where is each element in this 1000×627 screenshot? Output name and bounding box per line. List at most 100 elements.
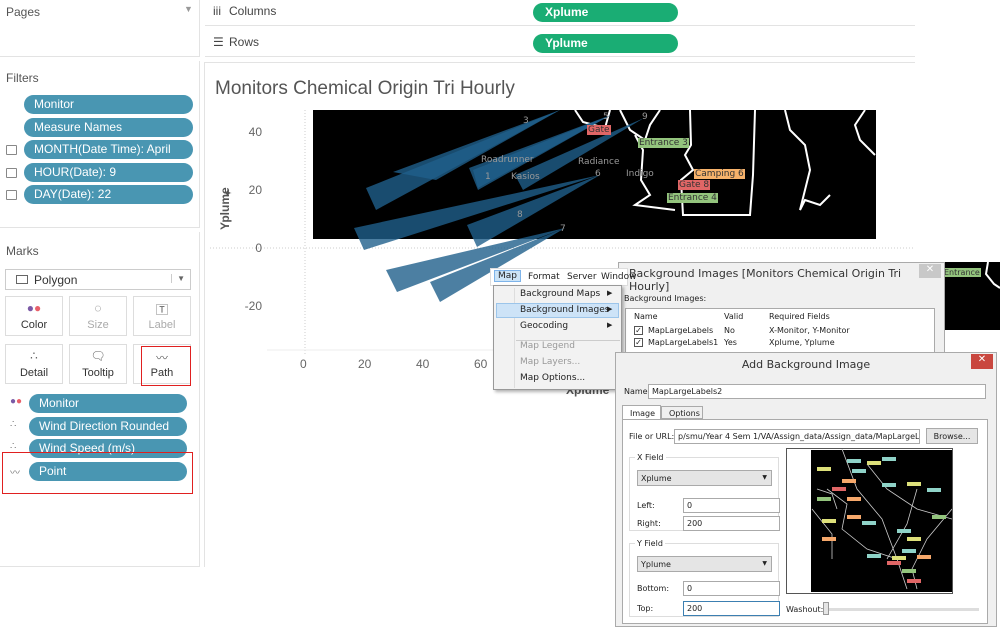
menu-item[interactable]: Geocoding xyxy=(520,321,568,331)
mark-field-pill[interactable]: Wind Direction Rounded xyxy=(29,416,187,436)
close-button[interactable]: ✕ xyxy=(919,264,941,278)
dialog-title: Background Images [Monitors Chemical Ori… xyxy=(629,267,902,293)
menu-format[interactable]: Format xyxy=(528,272,560,282)
x-field-group: X Field Xplume ▼ Left: 0 Right: 200 xyxy=(629,453,780,531)
y-field-select[interactable]: Yplume ▼ xyxy=(637,556,772,572)
rows-label: Rows xyxy=(229,35,260,49)
column-header[interactable]: Required Fields xyxy=(769,312,830,321)
menu-item[interactable]: Map Options... xyxy=(520,373,585,383)
top-label: Top: xyxy=(637,604,654,613)
detail-icon: ∴ xyxy=(10,441,17,452)
section-label: Background Images: xyxy=(624,294,707,303)
chevron-down-icon: ▼ xyxy=(762,474,767,481)
browse-button[interactable]: Browse... xyxy=(926,428,978,444)
x-tick-label: 40 xyxy=(416,357,430,371)
chevron-down-icon: ▼ xyxy=(762,560,767,567)
color-button[interactable]: ●● Color xyxy=(5,296,63,336)
image-tab-panel: File or URL: p/smu/Year 4 Sem 1/VA/Assig… xyxy=(622,419,988,624)
washout-slider-handle[interactable] xyxy=(823,602,829,615)
tooltip-icon: 🗨 xyxy=(90,349,106,363)
row-checkbox[interactable]: ✓ xyxy=(634,326,643,335)
x-field-select[interactable]: Xplume ▼ xyxy=(637,470,772,486)
bottom-input[interactable]: 0 xyxy=(683,581,780,596)
pin-icon[interactable]: ✦ xyxy=(223,187,232,200)
marks-title: Marks xyxy=(6,244,39,258)
filters-panel: Filters Monitor Measure Names MONTH(Date T… xyxy=(0,61,200,228)
close-button[interactable]: ✕ xyxy=(971,354,993,369)
pages-title: Pages xyxy=(6,5,41,19)
column-header[interactable]: Name xyxy=(634,312,658,321)
x-tick-label: 0 xyxy=(300,357,307,371)
menu-server[interactable]: Server xyxy=(567,272,597,282)
row-fields: Xplume, Yplume xyxy=(769,338,835,347)
right-input[interactable]: 200 xyxy=(683,516,780,531)
name-input[interactable]: MapLargeLabels2 xyxy=(648,384,986,399)
label-button[interactable]: 🅃 Label xyxy=(133,296,191,336)
map-label: Indigo xyxy=(626,169,654,179)
map-label: Entrance 3 xyxy=(638,138,689,148)
columns-label: Columns xyxy=(229,4,277,18)
mark-field-pill[interactable]: Monitor xyxy=(29,394,187,413)
rows-shelf[interactable]: ☰ Rows Yplume xyxy=(205,31,915,57)
menu-item: Map Legend xyxy=(520,341,575,351)
detail-icon: ∴ xyxy=(30,349,38,363)
menu-item[interactable]: Background Images xyxy=(520,305,609,315)
x-tick-label: 60 xyxy=(474,357,488,371)
y-tick-label: 0 xyxy=(255,241,262,255)
file-url-input[interactable]: p/smu/Year 4 Sem 1/VA/Assign_data/Assign… xyxy=(674,429,920,444)
submenu-arrow-icon: ▶ xyxy=(607,289,613,297)
size-icon: ◌ xyxy=(94,301,102,315)
detail-button[interactable]: ∴ Detail xyxy=(5,344,63,384)
detail-icon: ∴ xyxy=(10,418,17,430)
dialog-title: Add Background Image xyxy=(741,358,871,371)
filter-icon xyxy=(6,167,17,178)
x-field-title: X Field xyxy=(635,453,666,462)
left-label: Left: xyxy=(637,501,655,510)
rows-pill[interactable]: Yplume xyxy=(533,34,678,53)
top-input[interactable]: 200 xyxy=(683,601,780,616)
map-label: 5 xyxy=(603,112,609,122)
columns-shelf[interactable]: iii Columns Xplume xyxy=(205,0,915,26)
bottom-label: Bottom: xyxy=(637,584,670,593)
filter-pill[interactable]: HOUR(Date): 9 xyxy=(24,162,193,182)
menu-separator xyxy=(516,340,620,341)
color-icon: ●● xyxy=(10,396,23,407)
sheet-title: Monitors Chemical Origin Tri Hourly xyxy=(215,78,515,99)
chevron-down-icon[interactable]: ▼ xyxy=(184,4,193,14)
color-icon: ●● xyxy=(26,301,42,315)
map-menu: Background Maps ▶ Background Images ▶ Geocod… xyxy=(493,285,622,390)
menu-map[interactable]: Map xyxy=(494,270,521,282)
column-header[interactable]: Valid xyxy=(724,312,743,321)
washout-slider[interactable] xyxy=(823,608,979,611)
pages-panel: Pages ▼ xyxy=(0,0,200,57)
filter-pill[interactable]: Monitor xyxy=(24,95,193,114)
size-button[interactable]: ◌ Size xyxy=(69,296,127,336)
tab-options[interactable]: Options xyxy=(661,406,703,419)
submenu-arrow-icon: ▶ xyxy=(607,321,613,329)
washout-label: Washout: xyxy=(786,605,824,614)
columns-pill[interactable]: Xplume xyxy=(533,3,678,22)
button-label: Color xyxy=(20,319,48,331)
button-label: Tooltip xyxy=(82,367,114,379)
menubar: Map Format Server Window xyxy=(490,268,637,286)
columns-icon: iii xyxy=(213,4,221,18)
polygon-icon xyxy=(16,275,28,284)
map-label: 7 xyxy=(560,224,566,234)
filter-pill[interactable]: MONTH(Date Time): April xyxy=(24,140,193,159)
map-label: Radiance xyxy=(578,157,620,167)
filter-pill[interactable]: Measure Names xyxy=(24,117,193,137)
submenu-arrow-icon: ▶ xyxy=(607,305,613,313)
map-label: Gate xyxy=(587,125,611,135)
menu-item[interactable]: Background Maps xyxy=(520,289,600,299)
mark-type-select[interactable]: Polygon ▼ xyxy=(5,269,191,290)
tab-image[interactable]: Image xyxy=(622,405,661,420)
row-checkbox[interactable]: ✓ xyxy=(634,338,643,347)
menu-window[interactable]: Window xyxy=(601,272,637,282)
y-tick-label: 40 xyxy=(248,125,262,139)
left-input[interactable]: 0 xyxy=(683,498,780,513)
add-background-image-dialog: Add Background Image ✕ Name: MapLargeLab… xyxy=(615,352,997,627)
row-valid: No xyxy=(724,326,735,335)
tooltip-button[interactable]: 🗨 Tooltip xyxy=(69,344,127,384)
filter-pill[interactable]: DAY(Date): 22 xyxy=(24,185,193,204)
map-label: 8 xyxy=(517,210,523,220)
